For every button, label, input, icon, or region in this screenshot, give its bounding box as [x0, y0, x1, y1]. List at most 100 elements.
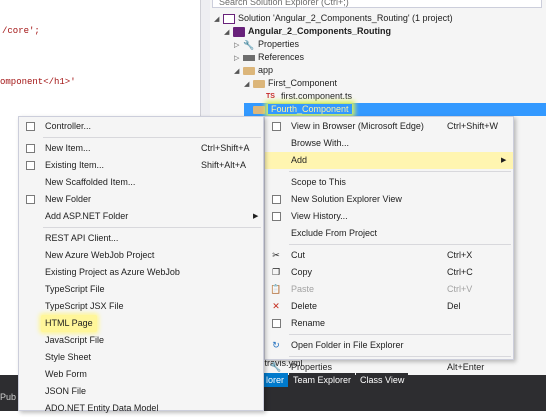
menu-item-scope-to-this[interactable]: Scope to This	[265, 174, 513, 191]
menu-item-rename[interactable]: Rename	[265, 315, 513, 332]
menu-item-shortcut: Ctrl+C	[447, 267, 473, 277]
menu-separator	[289, 356, 511, 357]
menu-item-label: View in Browser (Microsoft Edge)	[291, 121, 424, 131]
tree-item-solution[interactable]: ◢ Solution 'Angular_2_Components_Routing'…	[214, 12, 453, 25]
existing-item-icon	[26, 161, 35, 170]
menu-item-controller[interactable]: Controller...	[19, 118, 263, 135]
tree-item-label: first.component.ts	[281, 91, 353, 101]
tree-item-first-component-ts[interactable]: TS first.component.ts	[266, 90, 352, 103]
menu-item-label: Copy	[291, 267, 313, 277]
menu-item-new-folder[interactable]: New Folder	[19, 191, 263, 208]
menu-item-shortcut: Ctrl+Shift+A	[201, 143, 250, 153]
tree-item-label: Solution 'Angular_2_Components_Routing' …	[238, 13, 453, 23]
menu-item-label: View History...	[291, 211, 348, 221]
publish-label-text: Pub	[0, 392, 17, 402]
tree-item-fourth-component[interactable]: Fourth_Component	[244, 103, 546, 116]
menu-item-copy[interactable]: ❐ Copy Ctrl+C	[265, 264, 513, 281]
tree-item-label: Properties	[258, 39, 300, 49]
solution-explorer-search-input[interactable]: Search Solution Explorer (Ctrl+;)	[212, 0, 542, 8]
menu-item-properties[interactable]: 🔧 Properties Alt+Enter	[265, 359, 513, 376]
menu-item-label: TypeScript File	[45, 284, 105, 294]
menu-item-label: Paste	[291, 284, 315, 294]
rename-icon	[272, 319, 281, 328]
menu-item-label: Existing Project as Azure WebJob	[45, 267, 180, 277]
menu-item-rest-api-client[interactable]: REST API Client...	[19, 230, 263, 247]
code-line: /core';	[2, 26, 40, 36]
menu-item-open-folder-in-file-explorer[interactable]: ↻ Open Folder in File Explorer	[265, 337, 513, 354]
tree-item-references[interactable]: ▷ References	[234, 51, 304, 64]
wrench-icon: 🔧	[243, 39, 255, 50]
menu-item-label: TypeScript JSX File	[45, 301, 124, 311]
tree-item-first-component[interactable]: ◢ First_Component	[244, 77, 337, 90]
menu-item-shortcut: Del	[447, 301, 461, 311]
controller-icon	[26, 122, 35, 131]
menu-item-shortcut: Shift+Alt+A	[201, 160, 247, 170]
menu-item-view-history[interactable]: View History...	[265, 208, 513, 225]
menu-item-existing-project-as-azure-webjob[interactable]: Existing Project as Azure WebJob	[19, 264, 263, 281]
add-submenu: Controller... New Item... Ctrl+Shift+A Exis…	[18, 116, 264, 413]
menu-item-javascript-file[interactable]: JavaScript File	[19, 332, 263, 349]
menu-item-shortcut: Alt+Enter	[447, 362, 485, 372]
collapse-arrow-icon[interactable]: ◢	[234, 65, 243, 78]
collapse-arrow-icon[interactable]: ◢	[244, 78, 253, 91]
menu-item-label: New Folder	[45, 194, 92, 204]
menu-item-new-scaffolded-item[interactable]: New Scaffolded Item...	[19, 174, 263, 191]
menu-item-existing-item[interactable]: Existing Item... Shift+Alt+A	[19, 157, 263, 174]
menu-item-label: New Azure WebJob Project	[45, 250, 155, 260]
new-folder-icon	[26, 195, 35, 204]
menu-item-add-asp-net-folder[interactable]: Add ASP.NET Folder ▶	[19, 208, 263, 225]
menu-item-label: Properties	[291, 362, 333, 372]
publish-label[interactable]: Pub	[0, 392, 16, 402]
collapse-arrow-icon[interactable]: ◢	[224, 26, 233, 39]
menu-item-browse-with[interactable]: Browse With...	[265, 135, 513, 152]
folder-icon	[243, 66, 255, 75]
menu-item-json-file[interactable]: JSON File	[19, 383, 263, 400]
typescript-file-icon: TS	[266, 92, 275, 100]
menu-item-label: Controller...	[45, 121, 92, 131]
menu-item-label: New Scaffolded Item...	[45, 177, 136, 187]
menu-item-new-solution-explorer-view[interactable]: New Solution Explorer View	[265, 191, 513, 208]
paste-icon: 📋	[270, 284, 282, 294]
open-folder-icon: ↻	[272, 340, 280, 350]
project-icon	[233, 26, 245, 37]
folder-icon	[253, 79, 265, 88]
folder-icon	[253, 105, 265, 114]
menu-item-web-form[interactable]: Web Form	[19, 366, 263, 383]
submenu-arrow-icon: ▶	[253, 213, 259, 220]
properties-icon: 🔧	[270, 362, 282, 372]
menu-item-new-item[interactable]: New Item... Ctrl+Shift+A	[19, 140, 263, 157]
menu-item-add[interactable]: Add ▶	[265, 152, 513, 169]
menu-item-label: Web Form	[45, 369, 87, 379]
menu-item-typescript-jsx-file[interactable]: TypeScript JSX File	[19, 298, 263, 315]
context-menu: View in Browser (Microsoft Edge) Ctrl+Shi…	[264, 116, 514, 372]
menu-item-label: Browse With...	[291, 138, 350, 148]
menu-item-ado-net-entity-data-model[interactable]: ADO.NET Entity Data Model	[19, 400, 263, 417]
collapse-arrow-icon[interactable]: ◢	[214, 13, 223, 26]
submenu-arrow-icon: ▶	[501, 157, 507, 164]
menu-item-shortcut: Ctrl+Shift+W	[447, 121, 499, 131]
menu-item-label: New Solution Explorer View	[291, 194, 402, 204]
tree-item-app[interactable]: ◢ app	[234, 64, 273, 77]
menu-item-style-sheet[interactable]: Style Sheet	[19, 349, 263, 366]
menu-item-label: HTML Page	[41, 315, 97, 332]
menu-item-exclude-from-project[interactable]: Exclude From Project	[265, 225, 513, 242]
menu-item-delete[interactable]: ✕ Delete Del	[265, 298, 513, 315]
menu-item-label: Cut	[291, 250, 306, 260]
tree-item-label: References	[258, 52, 305, 62]
menu-item-label: JavaScript File	[45, 335, 105, 345]
menu-item-label: JSON File	[45, 386, 87, 396]
menu-separator	[289, 244, 511, 245]
menu-item-new-azure-webjob-project[interactable]: New Azure WebJob Project	[19, 247, 263, 264]
menu-item-view-in-browser-microsoft-edge[interactable]: View in Browser (Microsoft Edge) Ctrl+Shi…	[265, 118, 513, 135]
menu-item-html-page[interactable]: HTML Page	[19, 315, 263, 332]
tree-item-project[interactable]: ◢ Angular_2_Components_Routing	[224, 25, 391, 38]
browser-icon	[272, 122, 281, 131]
menu-item-label: Scope to This	[291, 177, 346, 187]
menu-item-label: REST API Client...	[45, 233, 119, 243]
menu-item-paste[interactable]: 📋 Paste Ctrl+V	[265, 281, 513, 298]
menu-item-typescript-file[interactable]: TypeScript File	[19, 281, 263, 298]
code-line: omponent</h1>'	[0, 77, 76, 87]
tree-item-properties[interactable]: ▷ 🔧 Properties	[234, 38, 299, 51]
menu-separator	[289, 171, 511, 172]
menu-item-cut[interactable]: ✂ Cut Ctrl+X	[265, 247, 513, 264]
